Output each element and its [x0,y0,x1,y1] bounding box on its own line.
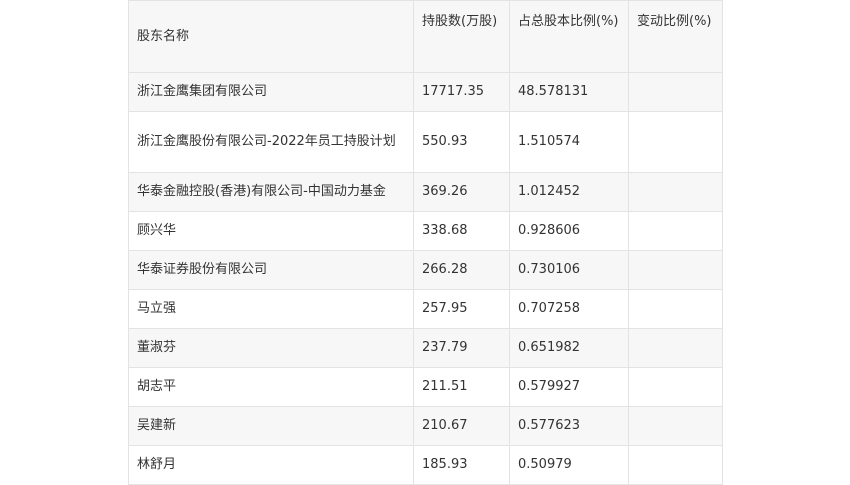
change-cell [628,328,723,368]
ratio-cell: 48.578131 [509,72,629,112]
change-cell [628,289,723,329]
table-row: 顾兴华 338.68 0.928606 [128,211,723,251]
holder-name-cell: 顾兴华 [128,211,414,251]
shares-cell: 257.95 [413,289,510,329]
table-row: 华泰金融控股(香港)有限公司-中国动力基金 369.26 1.012452 [128,172,723,212]
ratio-cell: 1.510574 [509,111,629,173]
change-cell [628,406,723,446]
shares-cell: 185.93 [413,445,510,485]
table-row: 浙江金鹰股份有限公司-2022年员工持股计划 550.93 1.510574 [128,111,723,173]
ratio-cell: 0.730106 [509,250,629,290]
shares-cell: 211.51 [413,367,510,407]
shares-cell: 17717.35 [413,72,510,112]
shares-cell: 550.93 [413,111,510,173]
ratio-cell: 0.707258 [509,289,629,329]
ratio-cell: 0.579927 [509,367,629,407]
change-cell [628,367,723,407]
change-cell [628,445,723,485]
table-row: 林舒月 185.93 0.50979 [128,445,723,485]
table-row: 董淑芬 237.79 0.651982 [128,328,723,368]
ratio-cell: 0.577623 [509,406,629,446]
change-cell [628,211,723,251]
holder-name-cell: 浙江金鹰集团有限公司 [128,72,414,112]
column-header-holder-name: 股东名称 [128,0,414,73]
column-header-shares: 持股数(万股) [413,0,510,73]
shares-cell: 210.67 [413,406,510,446]
table-row: 华泰证券股份有限公司 266.28 0.730106 [128,250,723,290]
holder-name-cell: 浙江金鹰股份有限公司-2022年员工持股计划 [128,111,414,173]
change-cell [628,72,723,112]
ratio-cell: 0.50979 [509,445,629,485]
table-row: 浙江金鹰集团有限公司 17717.35 48.578131 [128,72,723,112]
table-row: 胡志平 211.51 0.579927 [128,367,723,407]
table-row: 马立强 257.95 0.707258 [128,289,723,329]
ratio-cell: 0.651982 [509,328,629,368]
shares-cell: 237.79 [413,328,510,368]
table-header-row: 股东名称 持股数(万股) 占总股本比例(%) 变动比例(%) [128,0,723,73]
column-header-ratio: 占总股本比例(%) [509,0,629,73]
holder-name-cell: 林舒月 [128,445,414,485]
shares-cell: 369.26 [413,172,510,212]
holder-name-cell: 华泰证券股份有限公司 [128,250,414,290]
change-cell [628,250,723,290]
holder-name-cell: 吴建新 [128,406,414,446]
change-cell [628,172,723,212]
holder-name-cell: 董淑芬 [128,328,414,368]
table-row: 吴建新 210.67 0.577623 [128,406,723,446]
shares-cell: 266.28 [413,250,510,290]
change-cell [628,111,723,173]
ratio-cell: 1.012452 [509,172,629,212]
holder-name-cell: 马立强 [128,289,414,329]
holder-name-cell: 华泰金融控股(香港)有限公司-中国动力基金 [128,172,414,212]
column-header-change: 变动比例(%) [628,0,723,73]
shareholder-table: 股东名称 持股数(万股) 占总股本比例(%) 变动比例(%) 浙江金鹰集团有限公… [128,0,723,485]
holder-name-cell: 胡志平 [128,367,414,407]
ratio-cell: 0.928606 [509,211,629,251]
shares-cell: 338.68 [413,211,510,251]
